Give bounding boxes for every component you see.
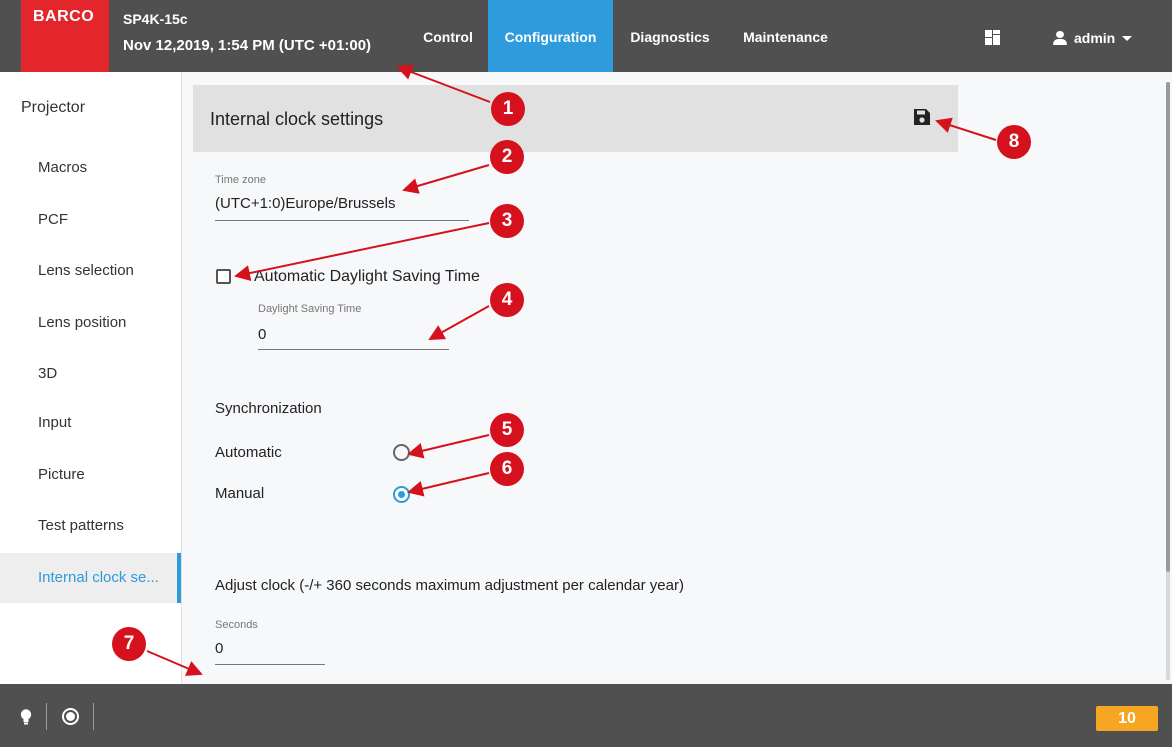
sidebar-title: Projector [21, 99, 86, 116]
shutter-icon[interactable] [62, 708, 79, 725]
scrollbar[interactable] [1166, 82, 1170, 680]
sidebar-item-pcf[interactable]: PCF [0, 195, 181, 245]
tab-maintenance[interactable]: Maintenance [728, 0, 843, 72]
sync-manual-radio[interactable] [393, 486, 410, 503]
device-name: SP4K-15c [123, 11, 188, 27]
notification-badge[interactable]: 10 [1096, 706, 1158, 731]
sidebar-item-lens-selection[interactable]: Lens selection [0, 246, 181, 296]
tab-control[interactable]: Control [410, 0, 486, 72]
callout-marker: 6 [490, 452, 524, 486]
status-bar: 10 [0, 684, 1172, 747]
adjust-clock-heading: Adjust clock (-/+ 360 seconds maximum ad… [215, 577, 684, 594]
callout-marker: 7 [112, 627, 146, 661]
callout-marker: 1 [491, 92, 525, 126]
seconds-input[interactable]: 0 [215, 640, 223, 657]
callout-marker: 8 [997, 125, 1031, 159]
seconds-label: Seconds [215, 619, 258, 631]
sidebar-item-test-patterns[interactable]: Test patterns [0, 501, 181, 551]
sidebar-item-input[interactable]: Input [0, 398, 181, 448]
lightbulb-icon[interactable] [20, 709, 32, 725]
auto-dst-checkbox[interactable] [216, 269, 231, 284]
sidebar-item-internal-clock[interactable]: Internal clock se... [0, 553, 181, 603]
callout-marker: 3 [490, 204, 524, 238]
sidebar-item-macros[interactable]: Macros [0, 143, 181, 193]
dst-label: Daylight Saving Time [258, 303, 362, 315]
scrollbar-thumb[interactable] [1166, 82, 1170, 572]
seconds-underline [215, 664, 325, 665]
user-menu[interactable]: admin [1052, 28, 1133, 48]
sync-automatic-label: Automatic [215, 444, 282, 461]
tab-configuration[interactable]: Configuration [488, 0, 613, 72]
auto-dst-label: Automatic Daylight Saving Time [254, 268, 480, 285]
timezone-select[interactable]: (UTC+1:0)Europe/Brussels [215, 195, 395, 212]
user-name: admin [1074, 30, 1116, 46]
dst-input[interactable]: 0 [258, 326, 266, 343]
timezone-underline [215, 220, 469, 221]
floppy-disk-icon[interactable] [913, 108, 931, 126]
sync-manual-label: Manual [215, 485, 265, 502]
device-datetime: Nov 12,2019, 1:54 PM (UTC +01:00) [123, 37, 372, 54]
callout-marker: 2 [490, 140, 524, 174]
status-divider [46, 703, 47, 730]
dst-underline [258, 349, 449, 350]
chevron-down-icon [1122, 35, 1133, 41]
sidebar: Projector Macros PCF Lens selection Lens… [0, 72, 182, 684]
status-divider [93, 703, 94, 730]
top-navigation-bar: BARCO SP4K-15c Nov 12,2019, 1:54 PM (UTC… [0, 0, 1172, 72]
dashboard-icon[interactable] [985, 30, 1000, 45]
main-content: Internal clock settings Time zone (UTC+1… [182, 72, 1172, 684]
sync-automatic-radio[interactable] [393, 444, 410, 461]
barco-logo: BARCO [21, 0, 109, 72]
callout-marker: 5 [490, 413, 524, 447]
timezone-label: Time zone [215, 174, 266, 186]
tab-diagnostics[interactable]: Diagnostics [616, 0, 724, 72]
sidebar-item-picture[interactable]: Picture [0, 450, 181, 500]
section-title: Internal clock settings [210, 109, 384, 129]
sidebar-item-lens-position[interactable]: Lens position [0, 298, 181, 348]
brand-name: BARCO [33, 8, 95, 25]
sync-heading: Synchronization [215, 400, 322, 417]
user-icon [1052, 31, 1068, 45]
sidebar-item-3d[interactable]: 3D [0, 349, 181, 399]
section-header: Internal clock settings [193, 85, 958, 152]
callout-marker: 4 [490, 283, 524, 317]
